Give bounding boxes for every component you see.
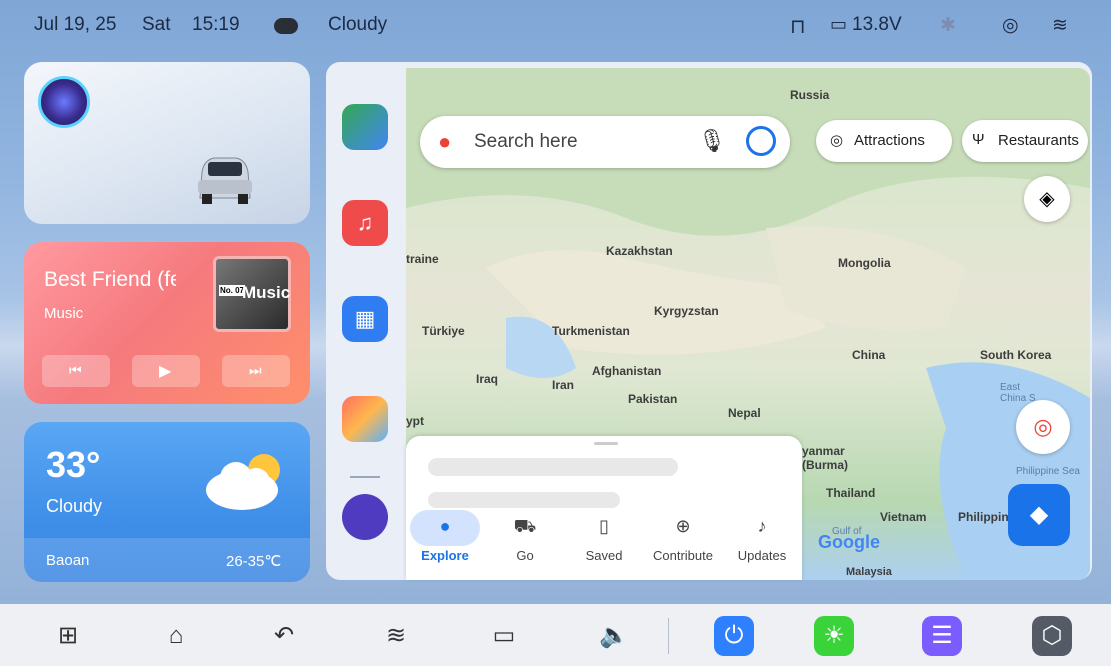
nav-contribute[interactable]: Contribute	[648, 548, 718, 563]
wifi-icon: ≋	[1052, 15, 1068, 36]
map-label-thailand: Thailand	[826, 486, 876, 500]
plus-circle-icon: ⊕	[675, 516, 691, 536]
nav-explore[interactable]: Explore	[410, 548, 480, 563]
map-label-egypt: ypt	[406, 414, 424, 428]
song-title: Best Friend (fe	[44, 268, 176, 291]
weather-city: Baoan	[46, 552, 90, 569]
map-label-iran: Iran	[552, 378, 575, 392]
seat-icon: ⊓	[790, 16, 806, 38]
battery-icon: ▭	[830, 14, 848, 34]
map-label-afghanistan: Afghanistan	[592, 364, 662, 378]
map-label-kyrgyzstan: Kyrgyzstan	[654, 304, 719, 318]
layers-icon: ◈	[1039, 188, 1055, 210]
album-art: No. 07 Music	[213, 256, 291, 332]
account-icon[interactable]	[746, 126, 776, 156]
google-logo: Google	[818, 532, 880, 552]
sheet-handle[interactable]	[594, 442, 618, 445]
map-label-china: China	[852, 348, 886, 362]
nav-saved[interactable]: Saved	[569, 548, 639, 563]
storage-button[interactable]: ☰	[922, 616, 962, 656]
target-icon: ◎	[1033, 414, 1053, 439]
paint-app-icon[interactable]	[342, 396, 388, 442]
cloud-sun-icon	[206, 454, 280, 510]
play-icon: ▶	[159, 363, 172, 380]
restaurants-label: Restaurants	[998, 132, 1079, 149]
status-bar: Jul 19, 25 Sat 15:19 Cloudy ⊓ ▭ 13.8V ✱ …	[0, 0, 1111, 50]
apps-grid-button[interactable]: ⊞	[48, 616, 88, 656]
map-label-philippine-sea: Philippine Sea	[1016, 466, 1080, 477]
layers-app-icon[interactable]	[342, 494, 388, 540]
layers-menu-icon[interactable]: ≋	[376, 616, 416, 656]
bookmark-icon: ▯	[599, 516, 609, 536]
status-day: Sat	[142, 14, 171, 35]
bluetooth-icon: ✱	[940, 15, 956, 36]
back-icon[interactable]: ↶	[264, 616, 304, 656]
microphone-icon[interactable]: 🎙	[698, 128, 726, 154]
directions-icon: ◆	[1029, 501, 1049, 528]
bottom-divider	[668, 618, 669, 654]
directions-button[interactable]: ◆	[1008, 484, 1070, 546]
map-label-nepal: Nepal	[728, 406, 761, 420]
power-button[interactable]: ⏻	[714, 616, 754, 656]
next-button[interactable]: ⏭	[222, 355, 290, 387]
attractions-chip[interactable]: ◎ Attractions	[816, 120, 952, 162]
album-text: Music	[242, 283, 291, 302]
cloud-icon	[274, 18, 298, 34]
maps-app-icon[interactable]	[342, 104, 388, 150]
map-label-east-china-sea: East China S	[1000, 382, 1036, 404]
map-label-turkmenistan: Turkmenistan	[552, 324, 630, 338]
volume-icon[interactable]: 🔈	[594, 616, 634, 656]
map-label-pakistan: Pakistan	[628, 392, 678, 406]
go-icon: ⛟	[513, 516, 537, 536]
map-label-vietnam: Vietnam	[880, 510, 927, 524]
status-date: Jul 19, 25	[34, 14, 117, 35]
attractions-label: Attractions	[854, 132, 925, 149]
status-battery: 13.8V	[852, 14, 902, 35]
maps-pin-icon: ●	[438, 129, 452, 154]
map-label-myanmar: yanmar (Burma)	[802, 444, 849, 472]
apps-grid-icon[interactable]: ▦	[342, 296, 388, 342]
map-label-malaysia: Malaysia	[846, 566, 892, 578]
fork-knife-icon: Ψ	[972, 131, 985, 148]
brightness-button[interactable]: ☀	[814, 616, 854, 656]
play-button[interactable]: ▶	[132, 355, 200, 387]
music-source: Music	[44, 305, 84, 322]
previous-button[interactable]: ⏮	[42, 355, 110, 387]
search-bar[interactable]: ● Search here 🎙	[420, 116, 790, 168]
map-label-philippines: Philippin	[958, 510, 1009, 524]
car-image	[198, 157, 252, 204]
my-location-button[interactable]: ◎	[1016, 400, 1070, 454]
skip-forward-icon: ⏭	[249, 362, 262, 378]
status-time: 15:19	[192, 14, 240, 35]
placeholder-line	[428, 458, 678, 476]
nav-updates[interactable]: Updates	[727, 548, 797, 563]
settings-button[interactable]: ⬡	[1032, 616, 1072, 656]
nav-go[interactable]: Go	[490, 548, 560, 563]
restaurants-chip[interactable]: Ψ Restaurants	[962, 120, 1088, 162]
explore-pin-icon: ●	[439, 516, 451, 536]
map-label-south-korea: South Korea	[980, 348, 1052, 362]
cube-app-icon[interactable]	[38, 76, 90, 128]
bell-icon: ♪	[757, 516, 767, 536]
location-icon: ◎	[1002, 15, 1019, 36]
weather-description: Cloudy	[46, 496, 103, 516]
map-label-ukraine: traine	[406, 252, 439, 266]
home-icon[interactable]: ⌂	[156, 616, 196, 656]
weather-range: 26-35℃	[226, 553, 282, 570]
map-label-kazakhstan: Kazakhstan	[606, 244, 673, 258]
status-weather: Cloudy	[328, 14, 388, 35]
map-label-turkiye: Türkiye	[422, 324, 465, 338]
music-app-icon[interactable]: ♫	[342, 200, 388, 246]
map-label-mongolia: Mongolia	[838, 256, 891, 270]
dock-divider	[350, 476, 380, 478]
screen-icon[interactable]: ▭	[484, 616, 524, 656]
temperature: 33°	[46, 444, 101, 485]
skip-back-icon: ⏮	[69, 362, 82, 378]
map-label-russia: Russia	[790, 88, 830, 102]
placeholder-line	[428, 492, 620, 508]
layers-button[interactable]: ◈	[1024, 176, 1070, 222]
map-label-iraq: Iraq	[476, 372, 499, 386]
camera-icon: ◎	[830, 132, 844, 149]
search-input[interactable]: Search here	[474, 131, 578, 153]
